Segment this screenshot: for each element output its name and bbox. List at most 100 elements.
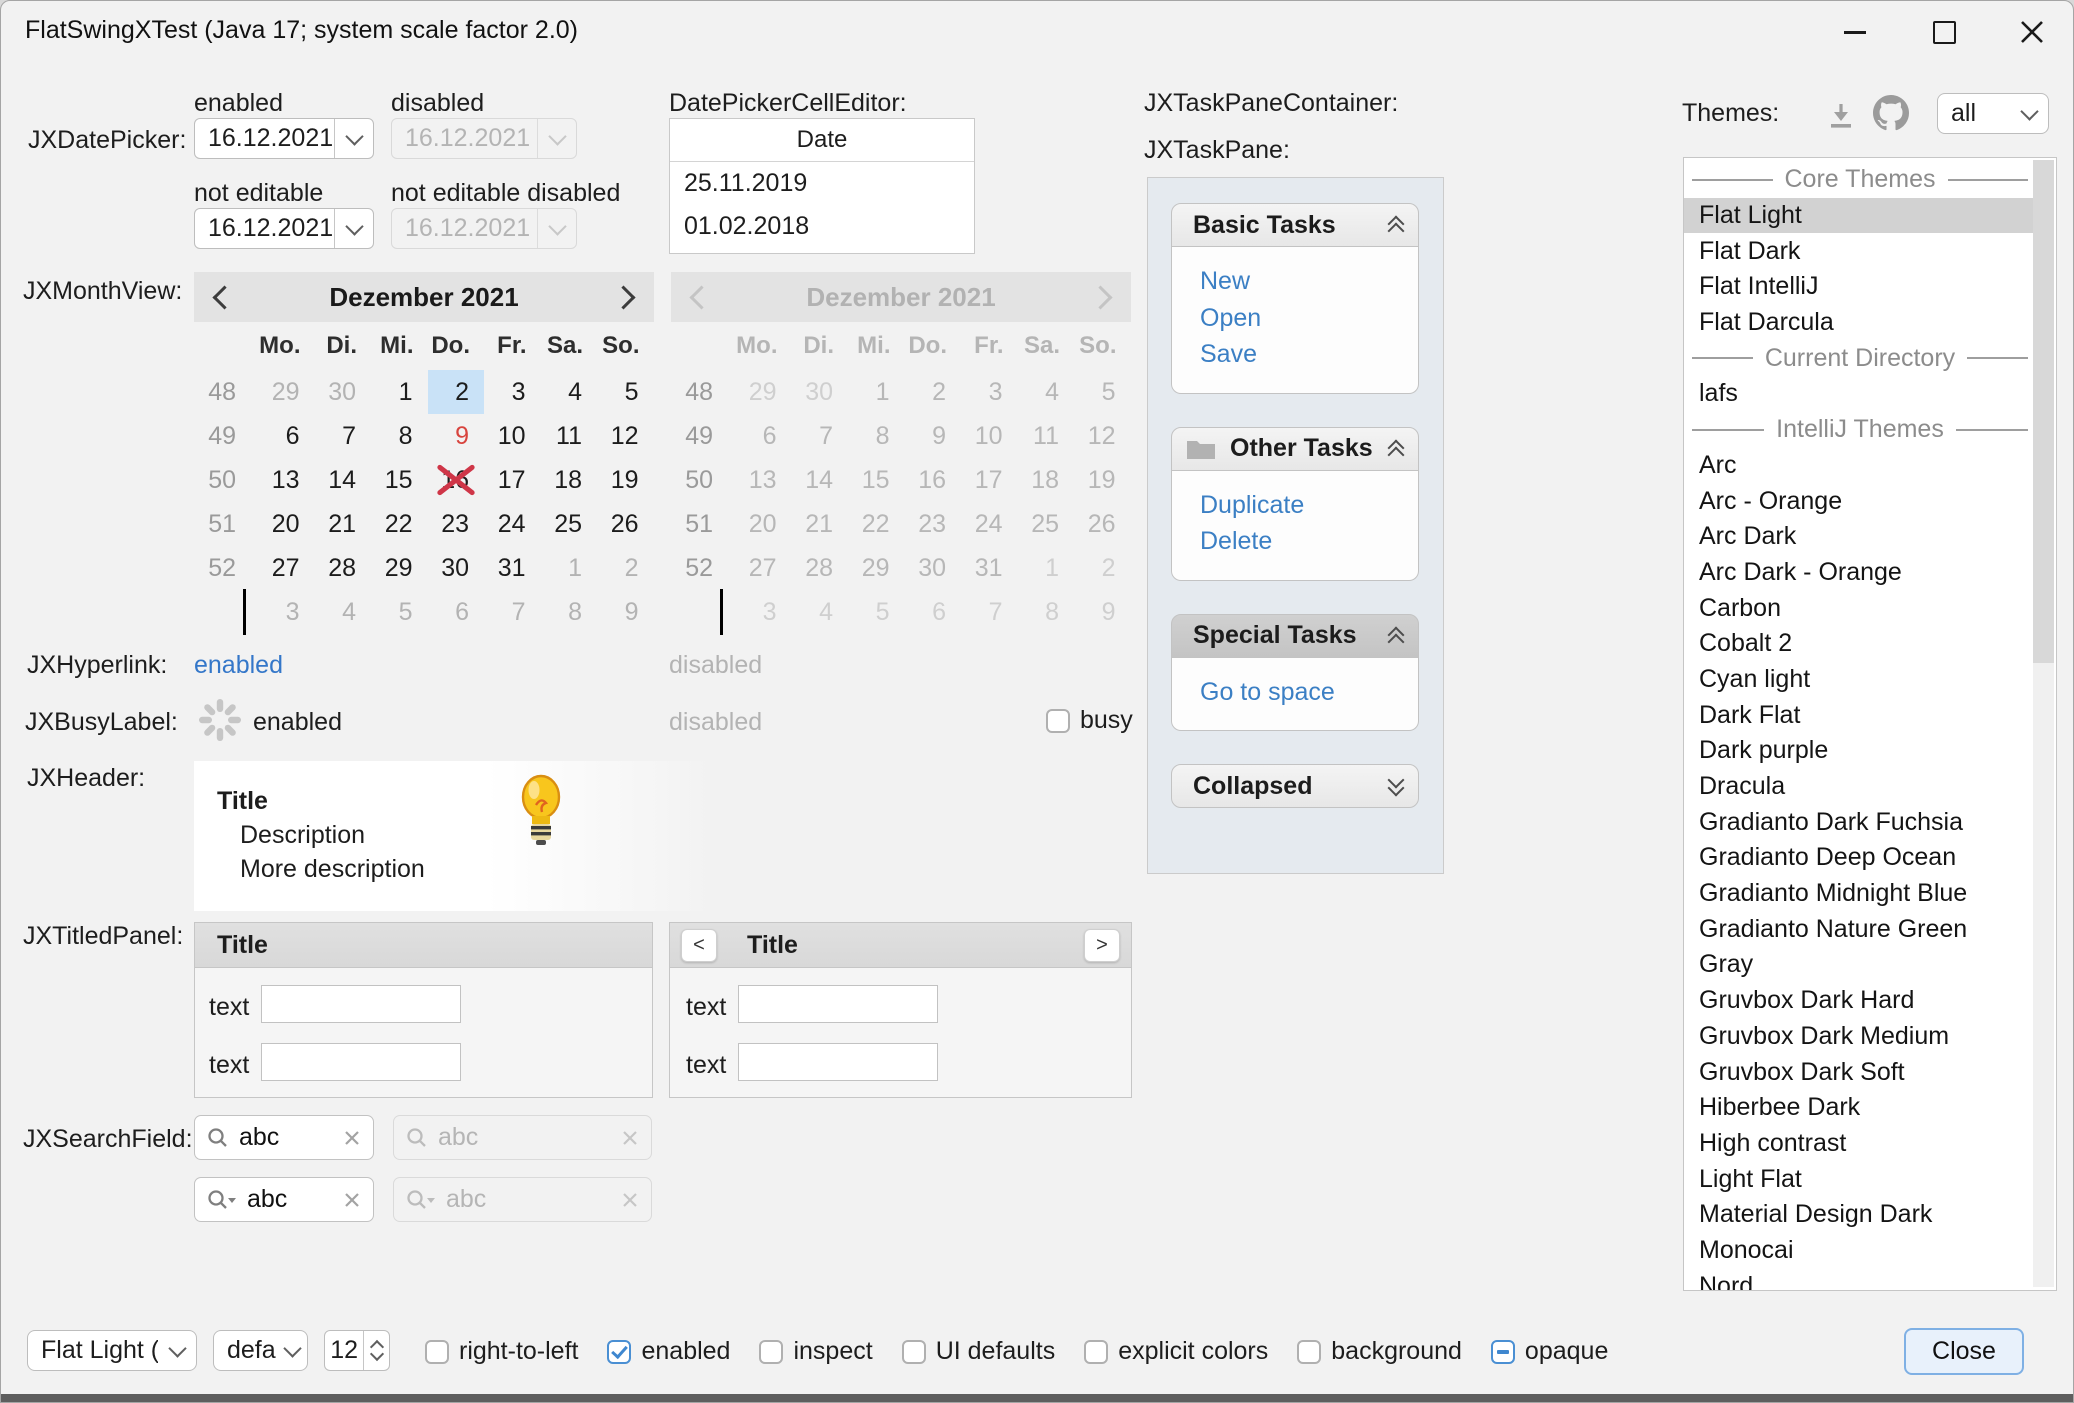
checkbox-box[interactable] bbox=[425, 1340, 449, 1364]
calendar-day[interactable]: 8 bbox=[541, 590, 598, 634]
calendar-day[interactable]: 30 bbox=[315, 370, 372, 414]
calendar-day[interactable]: 16 bbox=[428, 458, 485, 502]
font-combo[interactable]: default bbox=[213, 1330, 308, 1371]
laf-combo-dropdown[interactable] bbox=[158, 1331, 196, 1370]
font-combo-dropdown[interactable] bbox=[277, 1331, 307, 1370]
calendar-day[interactable]: 18 bbox=[541, 458, 598, 502]
clear-icon[interactable] bbox=[343, 1129, 361, 1147]
theme-list-item[interactable]: Dark Flat bbox=[1684, 697, 2033, 733]
calendar-day[interactable]: 30 bbox=[428, 546, 485, 590]
theme-list-item[interactable]: Gray bbox=[1684, 947, 2033, 983]
calendar-day[interactable]: 21 bbox=[315, 502, 372, 546]
themes-list[interactable]: Core ThemesFlat LightFlat DarkFlat Intel… bbox=[1683, 157, 2057, 1291]
collapse-icon[interactable] bbox=[1390, 442, 1402, 456]
taskpane-link[interactable]: Go to space bbox=[1200, 674, 1418, 711]
calendar-day[interactable]: 3 bbox=[484, 370, 541, 414]
theme-list-item[interactable]: Flat Darcula bbox=[1684, 305, 2033, 341]
font-size-value[interactable]: 12 bbox=[325, 1331, 363, 1370]
calendar-day[interactable]: 11 bbox=[541, 414, 598, 458]
close-button[interactable]: Close bbox=[1904, 1328, 2024, 1375]
hyperlink-enabled[interactable]: enabled bbox=[194, 651, 283, 680]
theme-list-item[interactable]: Flat Dark bbox=[1684, 233, 2033, 269]
datepicker-dropdown-button[interactable] bbox=[334, 209, 373, 248]
option-checkbox-enabled[interactable]: enabled bbox=[607, 1337, 730, 1366]
theme-list-item[interactable]: Carbon bbox=[1684, 590, 2033, 626]
theme-list-item[interactable]: Cobalt 2 bbox=[1684, 626, 2033, 662]
collapse-icon[interactable] bbox=[1390, 629, 1402, 643]
calendar-day[interactable]: 5 bbox=[597, 370, 654, 414]
checkbox-box[interactable] bbox=[1297, 1340, 1321, 1364]
search-field-with-menu-enabled[interactable]: abc bbox=[194, 1177, 374, 1222]
taskpane-header[interactable]: Special Tasks bbox=[1171, 614, 1419, 658]
datepicker-enabled[interactable]: 16.12.2021 bbox=[194, 118, 374, 159]
theme-list-item[interactable]: Arc Dark bbox=[1684, 519, 2033, 555]
monthview-enabled[interactable]: Dezember 2021Mo.Di.Mi.Do.Fr.Sa.So.482930… bbox=[194, 272, 654, 634]
calendar-day[interactable]: 23 bbox=[428, 502, 485, 546]
theme-list-item[interactable]: Nord bbox=[1684, 1268, 2033, 1291]
theme-list-item[interactable]: Gruvbox Dark Soft bbox=[1684, 1054, 2033, 1090]
calendar-day[interactable]: 3 bbox=[258, 590, 315, 634]
calendar-day[interactable]: 2 bbox=[428, 370, 485, 414]
calendar-day[interactable]: 26 bbox=[597, 502, 654, 546]
checkbox-box[interactable] bbox=[902, 1340, 926, 1364]
themes-filter-dropdown[interactable] bbox=[2010, 94, 2048, 133]
calendar-day[interactable]: 27 bbox=[258, 546, 315, 590]
taskpane-link[interactable]: Save bbox=[1200, 336, 1418, 373]
theme-list-item[interactable]: Gradianto Deep Ocean bbox=[1684, 840, 2033, 876]
minimize-button[interactable] bbox=[1831, 11, 1879, 53]
calendar-day[interactable]: 10 bbox=[484, 414, 541, 458]
taskpane-header[interactable]: Collapsed bbox=[1171, 764, 1419, 808]
calendar-day[interactable]: 1 bbox=[371, 370, 428, 414]
option-checkbox-right-to-left[interactable]: right-to-left bbox=[425, 1337, 578, 1366]
option-checkbox-inspect[interactable]: inspect bbox=[759, 1337, 872, 1366]
theme-list-item[interactable]: Gradianto Nature Green bbox=[1684, 911, 2033, 947]
expand-icon[interactable] bbox=[1390, 778, 1402, 794]
calendar-day[interactable]: 9 bbox=[597, 590, 654, 634]
theme-list-item[interactable]: Arc bbox=[1684, 448, 2033, 484]
theme-list-item[interactable]: Light Flat bbox=[1684, 1161, 2033, 1197]
taskpane-link[interactable]: Duplicate bbox=[1200, 487, 1418, 524]
calendar-day[interactable]: 15 bbox=[371, 458, 428, 502]
laf-combo[interactable]: Flat Light (F1) bbox=[27, 1330, 197, 1371]
calendar-day[interactable]: 7 bbox=[315, 414, 372, 458]
prev-month-icon[interactable] bbox=[212, 285, 236, 309]
scrollbar-thumb[interactable] bbox=[2033, 160, 2054, 663]
calendar-day[interactable]: 2 bbox=[597, 546, 654, 590]
clear-icon[interactable] bbox=[343, 1191, 361, 1209]
scrollbar[interactable] bbox=[2033, 160, 2054, 1287]
calendar-day[interactable]: 19 bbox=[597, 458, 654, 502]
calendar-day[interactable]: 1 bbox=[541, 546, 598, 590]
datepicker-not-editable[interactable]: 16.12.2021 bbox=[194, 208, 374, 249]
calendar-day[interactable]: 9 bbox=[428, 414, 485, 458]
calendar-day[interactable]: 13 bbox=[258, 458, 315, 502]
option-checkbox-background[interactable]: background bbox=[1297, 1337, 1462, 1366]
checkbox-box[interactable] bbox=[1046, 709, 1070, 733]
datepicker-dropdown-button[interactable] bbox=[334, 119, 373, 158]
theme-list-item[interactable]: Dracula bbox=[1684, 769, 2033, 805]
calendar-day[interactable]: 24 bbox=[484, 502, 541, 546]
calendar-day[interactable]: 6 bbox=[258, 414, 315, 458]
option-checkbox-opaque[interactable]: opaque bbox=[1491, 1337, 1608, 1366]
theme-list-item[interactable]: Arc Dark - Orange bbox=[1684, 555, 2033, 591]
search-field-enabled[interactable]: abc bbox=[194, 1115, 374, 1160]
busy-checkbox[interactable]: busy bbox=[1046, 706, 1133, 735]
checkbox-box[interactable] bbox=[1084, 1340, 1108, 1364]
theme-list-item[interactable]: Monocai bbox=[1684, 1233, 2033, 1269]
spinner-buttons[interactable] bbox=[363, 1331, 389, 1370]
maximize-button[interactable] bbox=[1920, 11, 1968, 53]
option-checkbox-ui-defaults[interactable]: UI defaults bbox=[902, 1337, 1056, 1366]
next-month-icon[interactable] bbox=[611, 285, 635, 309]
text-input[interactable] bbox=[261, 985, 461, 1023]
checkbox-box[interactable] bbox=[1491, 1340, 1515, 1364]
table-row[interactable]: 01.02.2018 bbox=[670, 205, 974, 248]
calendar-day[interactable]: 8 bbox=[371, 414, 428, 458]
collapse-icon[interactable] bbox=[1390, 218, 1402, 232]
github-icon[interactable] bbox=[1873, 95, 1909, 131]
calendar-day[interactable]: 25 bbox=[541, 502, 598, 546]
theme-list-item[interactable]: Arc - Orange bbox=[1684, 483, 2033, 519]
calendar-day[interactable]: 4 bbox=[541, 370, 598, 414]
theme-list-item[interactable]: Hiberbee Dark bbox=[1684, 1090, 2033, 1126]
calendar-day[interactable]: 20 bbox=[258, 502, 315, 546]
taskpane-link[interactable]: Open bbox=[1200, 300, 1418, 337]
text-input[interactable] bbox=[738, 985, 938, 1023]
